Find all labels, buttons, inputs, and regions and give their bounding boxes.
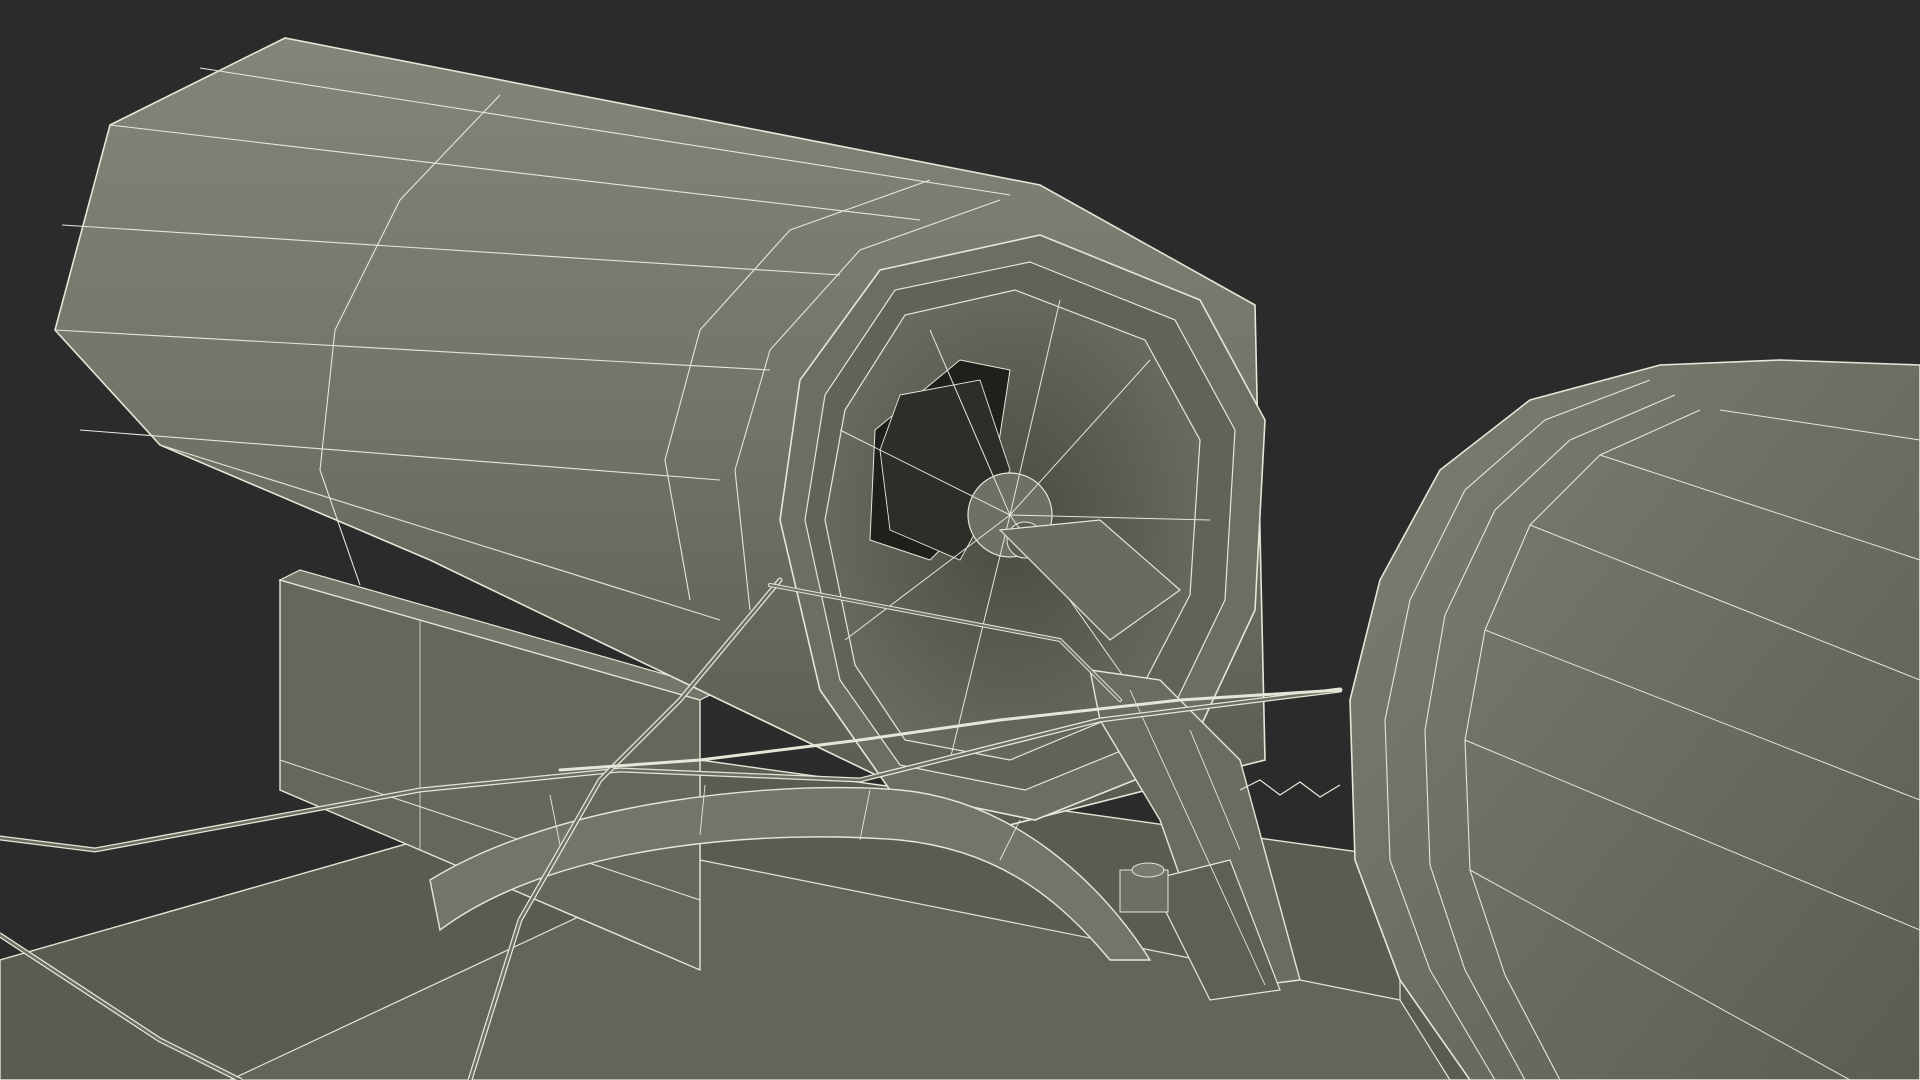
chain-detail	[1239, 779, 1341, 798]
3d-viewport[interactable]	[0, 0, 1920, 1080]
wireframe-scene	[0, 37, 1920, 1080]
right-cylinder-tank	[1349, 359, 1920, 1080]
